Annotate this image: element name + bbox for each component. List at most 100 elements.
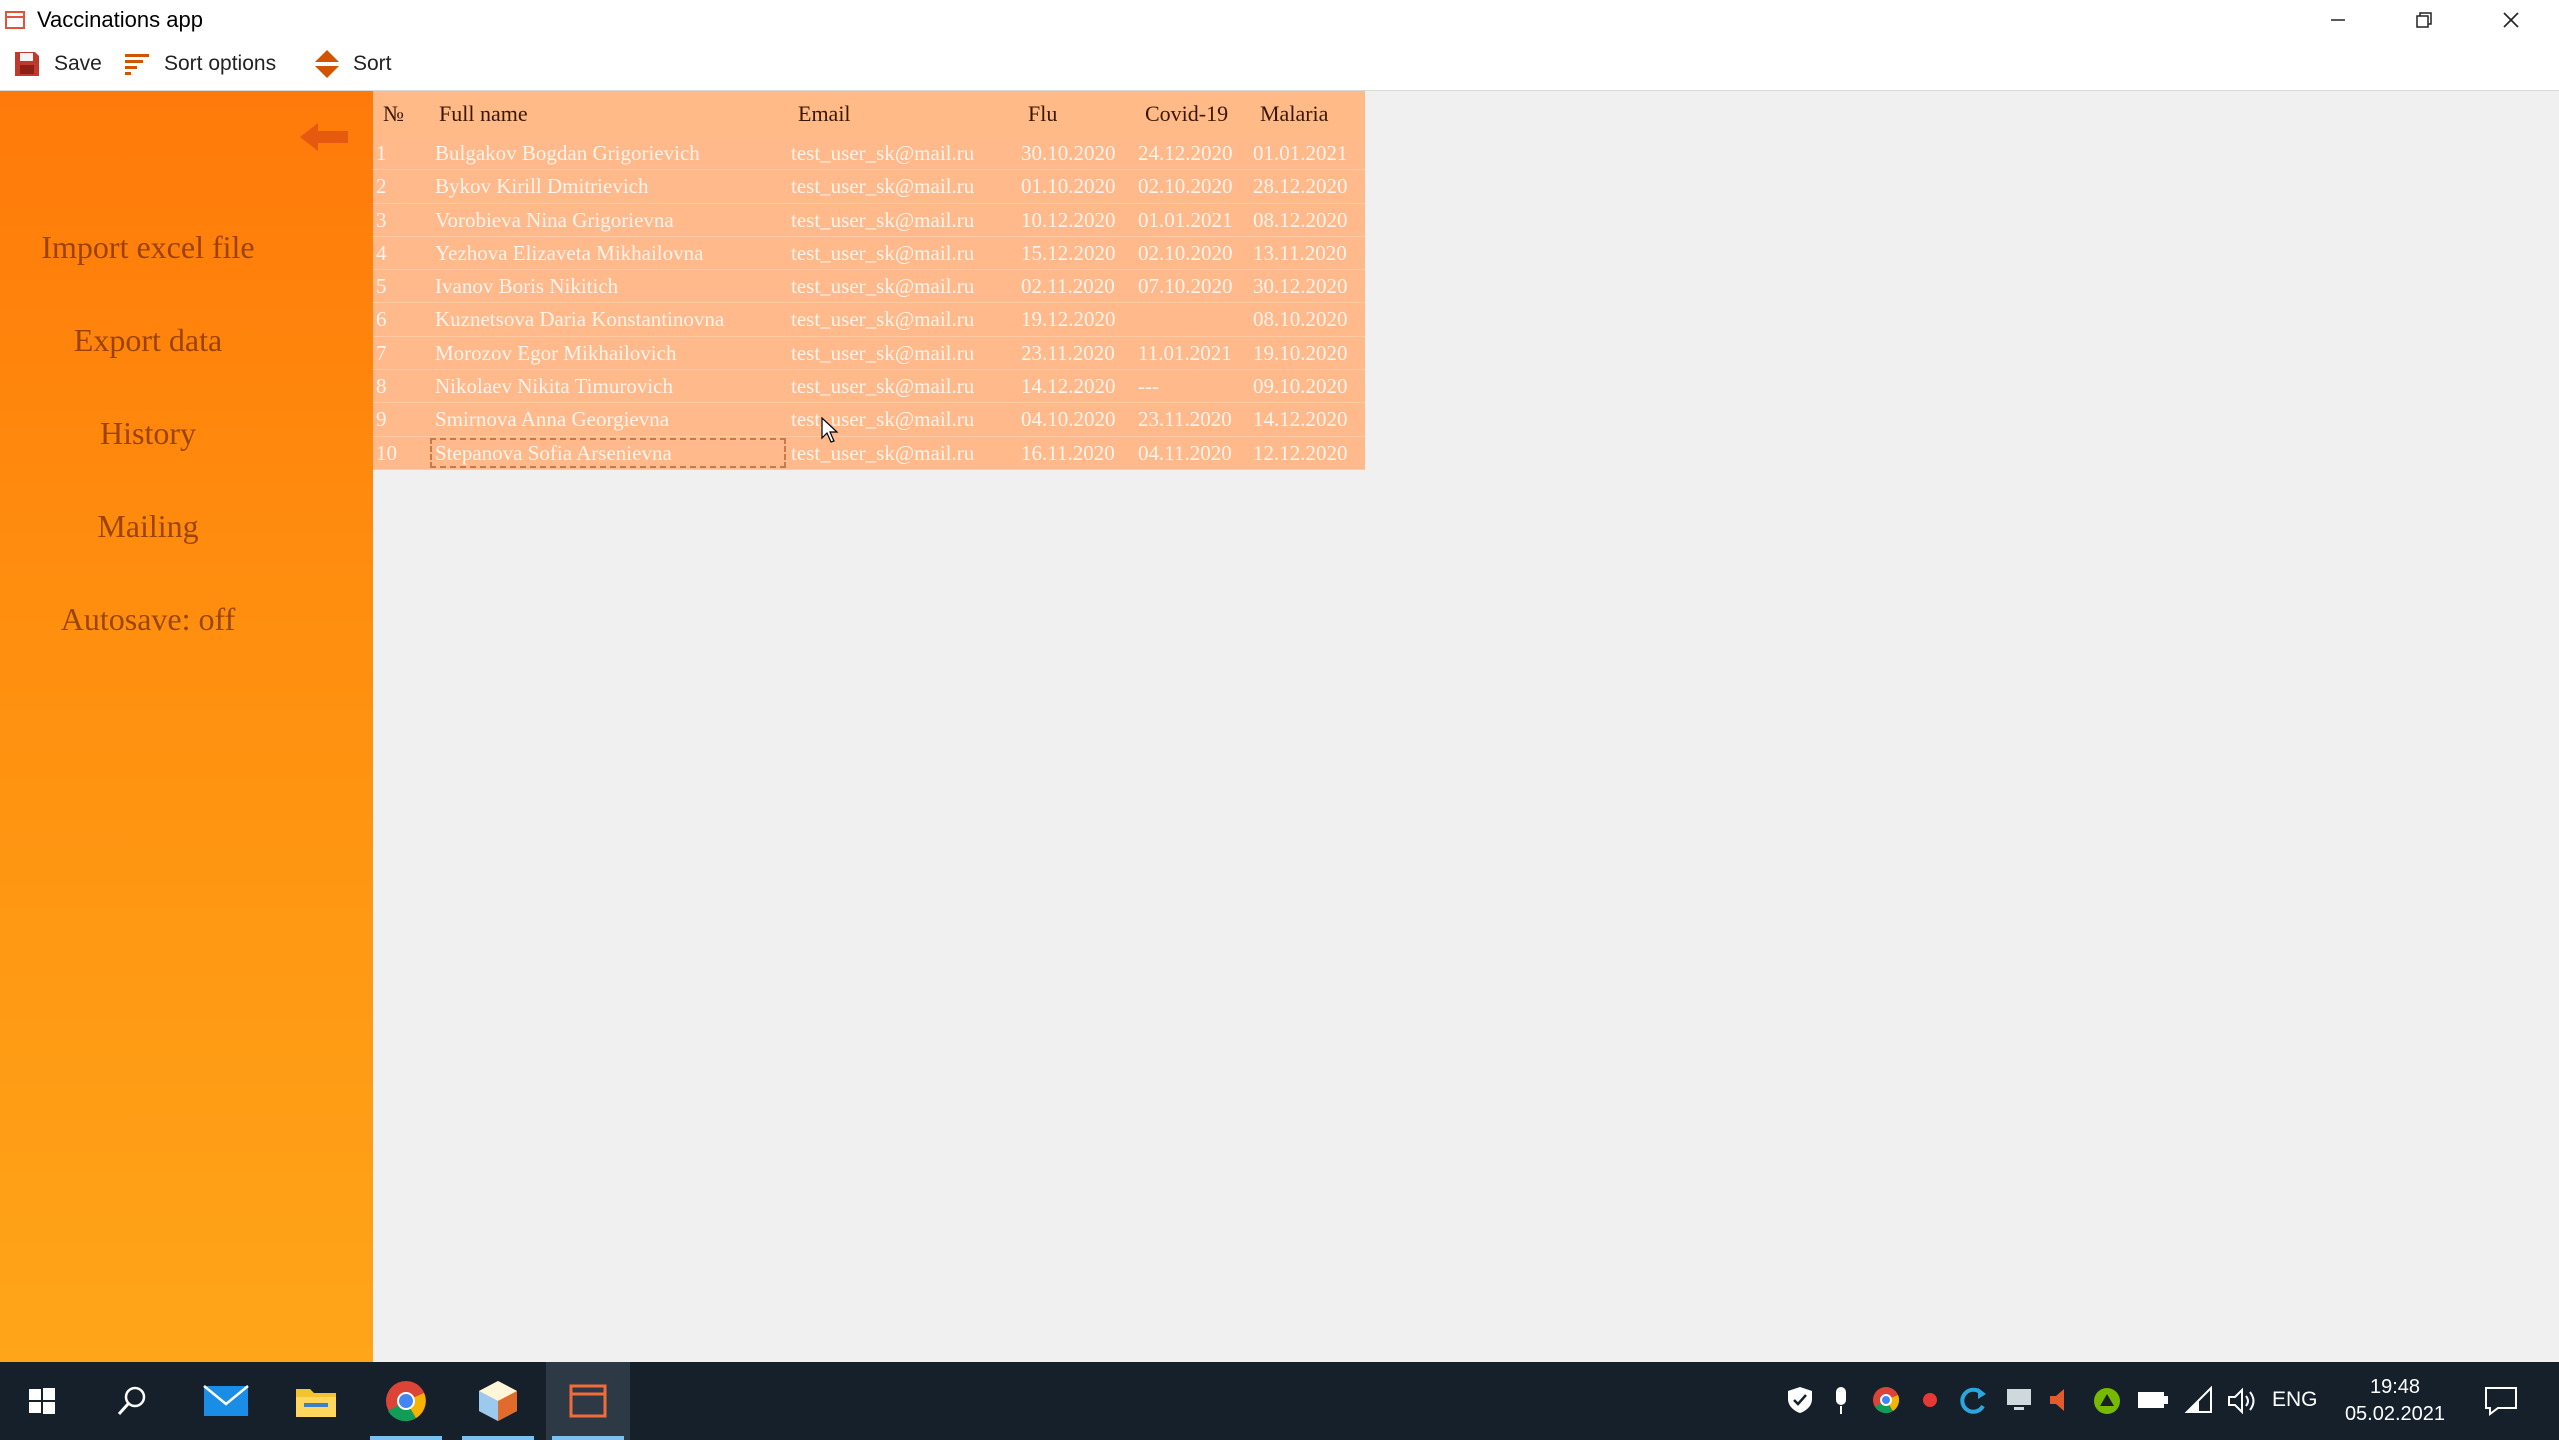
cell-full-name[interactable]: Ivanov Boris Nikitich xyxy=(435,274,785,299)
cell-flu[interactable]: 16.11.2020 xyxy=(1021,441,1141,466)
table-row[interactable]: 2 Bykov Kirill Dmitrievich test_user_sk@ma… xyxy=(373,170,1365,204)
table-row[interactable]: 6 Kuznetsova Daria Konstantinovna test_use… xyxy=(373,303,1365,337)
save-button[interactable]: Save xyxy=(12,46,102,82)
cell-malaria[interactable]: 14.12.2020 xyxy=(1253,407,1365,432)
clock[interactable]: 19:48 05.02.2021 xyxy=(2330,1374,2460,1428)
record-icon[interactable] xyxy=(1922,1392,1938,1408)
cell-email[interactable]: test_user_sk@mail.ru xyxy=(791,174,1009,199)
cell-flu[interactable]: 19.12.2020 xyxy=(1021,307,1141,332)
display-icon[interactable] xyxy=(2005,1386,2033,1414)
nvidia-icon[interactable] xyxy=(2092,1386,2122,1416)
sync-icon[interactable] xyxy=(1958,1386,1988,1416)
column-header-email[interactable]: Email xyxy=(798,101,851,127)
close-button[interactable] xyxy=(2468,0,2554,40)
cell-email[interactable]: test_user_sk@mail.ru xyxy=(791,274,1009,299)
table-row[interactable]: 3 Vorobieva Nina Grigorievna test_user_sk@… xyxy=(373,203,1365,237)
cell-number[interactable]: 3 xyxy=(376,208,426,233)
cell-malaria[interactable]: 01.01.2021 xyxy=(1253,141,1365,166)
cell-full-name[interactable]: Vorobieva Nina Grigorievna xyxy=(435,208,785,233)
table-row[interactable]: 4 Yezhova Elizaveta Mikhailovna test_user_… xyxy=(373,236,1365,271)
sort-button[interactable]: Sort xyxy=(313,46,392,82)
cell-covid[interactable]: --- xyxy=(1138,374,1256,399)
cell-covid[interactable]: 07.10.2020 xyxy=(1138,274,1256,299)
cell-flu[interactable]: 15.12.2020 xyxy=(1021,241,1141,266)
vaccinations-table[interactable]: № Full name Email Flu Covid-19 Malaria 1… xyxy=(373,91,1365,470)
cell-number[interactable]: 4 xyxy=(376,241,426,266)
cell-flu[interactable]: 23.11.2020 xyxy=(1021,341,1141,366)
cell-email[interactable]: test_user_sk@mail.ru xyxy=(791,141,1009,166)
cell-malaria[interactable]: 08.10.2020 xyxy=(1253,307,1365,332)
cell-covid[interactable]: 04.11.2020 xyxy=(1138,441,1256,466)
cell-full-name[interactable]: Nikolaev Nikita Timurovich xyxy=(435,374,785,399)
cell-malaria[interactable]: 09.10.2020 xyxy=(1253,374,1365,399)
search-button[interactable] xyxy=(90,1362,174,1440)
cell-malaria[interactable]: 28.12.2020 xyxy=(1253,174,1365,199)
minimize-button[interactable] xyxy=(2295,0,2381,40)
sidebar-item-autosave[interactable]: Autosave: off xyxy=(0,601,296,638)
cell-email[interactable]: test_user_sk@mail.ru xyxy=(791,241,1009,266)
cell-number[interactable]: 6 xyxy=(376,307,426,332)
cell-number[interactable]: 5 xyxy=(376,274,426,299)
cell-covid[interactable]: 23.11.2020 xyxy=(1138,407,1256,432)
wifi-icon[interactable] xyxy=(2184,1386,2214,1416)
cell-covid[interactable]: 02.10.2020 xyxy=(1138,241,1256,266)
sidebar-item-import-excel[interactable]: Import excel file xyxy=(0,229,296,266)
back-arrow-icon[interactable] xyxy=(298,121,350,153)
cell-covid[interactable]: 01.01.2021 xyxy=(1138,208,1256,233)
table-row[interactable]: 1 Bulgakov Bogdan Grigorievich test_user_s… xyxy=(373,137,1365,171)
cell-number[interactable]: 8 xyxy=(376,374,426,399)
column-header-flu[interactable]: Flu xyxy=(1028,101,1057,127)
cell-number[interactable]: 9 xyxy=(376,407,426,432)
battery-icon[interactable] xyxy=(2137,1390,2169,1410)
start-button[interactable] xyxy=(0,1362,84,1440)
cell-flu[interactable]: 02.11.2020 xyxy=(1021,274,1141,299)
cell-number[interactable]: 7 xyxy=(376,341,426,366)
table-row[interactable]: 5 Ivanov Boris Nikitich test_user_sk@mail.… xyxy=(373,270,1365,304)
cell-flu[interactable]: 01.10.2020 xyxy=(1021,174,1141,199)
cell-email[interactable]: test_user_sk@mail.ru xyxy=(791,208,1009,233)
cell-number[interactable]: 2 xyxy=(376,174,426,199)
table-row[interactable]: 7 Morozov Egor Mikhailovich test_user_sk@m… xyxy=(373,336,1365,371)
cell-full-name[interactable]: Bykov Kirill Dmitrievich xyxy=(435,174,785,199)
speaker-alert-icon[interactable] xyxy=(2048,1386,2072,1414)
table-row[interactable]: 9 Smirnova Anna Georgievna test_user_sk@ma… xyxy=(373,403,1365,437)
security-shield-icon[interactable] xyxy=(1787,1386,1813,1414)
cell-full-name[interactable]: Yezhova Elizaveta Mikhailovna xyxy=(435,241,785,266)
table-row[interactable]: 8 Nikolaev Nikita Timurovich test_user_sk@… xyxy=(373,370,1365,404)
cell-covid[interactable]: 24.12.2020 xyxy=(1138,141,1256,166)
cell-malaria[interactable]: 19.10.2020 xyxy=(1253,341,1365,366)
volume-icon[interactable] xyxy=(2227,1386,2259,1416)
sort-options-button[interactable]: Sort options xyxy=(122,46,276,82)
cell-flu[interactable]: 14.12.2020 xyxy=(1021,374,1141,399)
sidebar-item-mailing[interactable]: Mailing xyxy=(0,508,296,545)
taskbar-cube-app[interactable] xyxy=(456,1362,540,1440)
cell-number[interactable]: 1 xyxy=(376,141,426,166)
column-header-number[interactable]: № xyxy=(383,101,404,127)
cell-email[interactable]: test_user_sk@mail.ru xyxy=(791,307,1009,332)
cell-flu[interactable]: 30.10.2020 xyxy=(1021,141,1141,166)
cell-full-name[interactable]: Kuznetsova Daria Konstantinovna xyxy=(435,307,785,332)
cell-covid[interactable]: 02.10.2020 xyxy=(1138,174,1256,199)
notifications-icon[interactable] xyxy=(2484,1386,2518,1416)
cell-malaria[interactable]: 12.12.2020 xyxy=(1253,441,1365,466)
cell-full-name[interactable]: Morozov Egor Mikhailovich xyxy=(435,341,785,366)
cell-flu[interactable]: 04.10.2020 xyxy=(1021,407,1141,432)
language-indicator[interactable]: ENG xyxy=(2272,1388,2318,1412)
taskbar-chrome[interactable] xyxy=(364,1362,448,1440)
cell-full-name[interactable]: Smirnova Anna Georgievna xyxy=(435,407,785,432)
cell-email[interactable]: test_user_sk@mail.ru xyxy=(791,341,1009,366)
table-row[interactable]: 10 Stepanova Sofia Arsenievna test_user_sk… xyxy=(373,436,1365,470)
sidebar-item-export-data[interactable]: Export data xyxy=(0,322,296,359)
cell-email[interactable]: test_user_sk@mail.ru xyxy=(791,374,1009,399)
taskbar-vaccinations-app[interactable] xyxy=(546,1362,630,1440)
sidebar-item-history[interactable]: History xyxy=(0,415,296,452)
column-header-full-name[interactable]: Full name xyxy=(439,101,528,127)
cell-email[interactable]: test_user_sk@mail.ru xyxy=(791,441,1009,466)
cell-full-name[interactable]: Bulgakov Bogdan Grigorievich xyxy=(435,141,785,166)
cell-malaria[interactable]: 13.11.2020 xyxy=(1253,241,1365,266)
cell-covid[interactable]: 11.01.2021 xyxy=(1138,341,1256,366)
restore-button[interactable] xyxy=(2381,0,2467,40)
column-header-covid[interactable]: Covid-19 xyxy=(1145,101,1228,127)
chrome-tray-icon[interactable] xyxy=(1872,1386,1900,1414)
taskbar-file-explorer[interactable] xyxy=(274,1362,358,1440)
